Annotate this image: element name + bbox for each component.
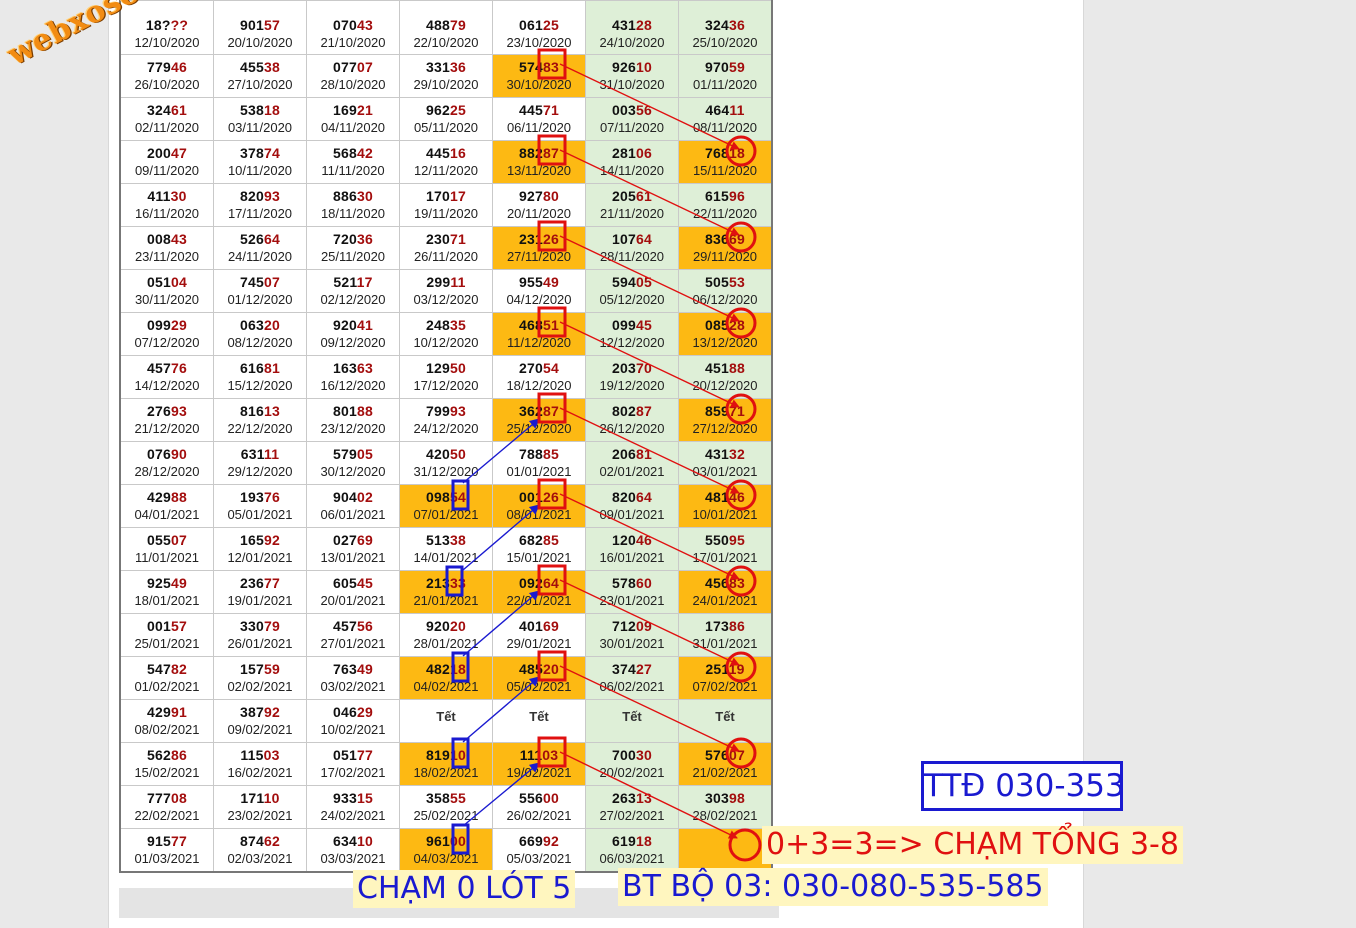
red-circle-group xyxy=(725,135,762,862)
red-arrow xyxy=(559,665,740,752)
red-digit-circle xyxy=(725,135,757,167)
red-digit-circle xyxy=(725,737,757,769)
blue-digit-box xyxy=(451,737,470,769)
blue-arrow xyxy=(462,504,540,571)
red-target-circle xyxy=(728,828,762,862)
red-digit-circle xyxy=(725,221,757,253)
red-digit-circle xyxy=(725,565,757,597)
blue-digit-box xyxy=(451,479,470,511)
sum-note: 0+3=3=> CHẠM TỔNG 3-8 xyxy=(762,826,1183,864)
blue-arrow-group xyxy=(462,418,540,827)
red-arrow xyxy=(559,579,740,666)
red-arrow xyxy=(559,751,738,839)
red-digit-circle xyxy=(725,651,757,683)
red-arrow xyxy=(559,321,740,408)
blue-arrow xyxy=(462,676,540,743)
blue-arrow xyxy=(462,418,540,484)
blue-box-group xyxy=(445,479,470,855)
blue-digit-box xyxy=(445,565,464,597)
red-arrow xyxy=(559,235,740,322)
red-arrow xyxy=(559,493,740,580)
blue-arrow xyxy=(462,762,540,827)
red-arrow xyxy=(559,149,740,236)
red-digit-circle xyxy=(725,479,757,511)
blue-digit-box xyxy=(451,823,470,855)
cham-note: CHẠM 0 LÓT 5 xyxy=(353,870,576,908)
red-arrow-group xyxy=(559,63,740,839)
annotation-overlay xyxy=(445,48,762,862)
blue-digit-box xyxy=(451,651,470,683)
red-arrow xyxy=(559,407,740,494)
bt-note: BT BỘ 03: 030-080-535-585 xyxy=(618,868,1048,906)
blue-arrow xyxy=(462,590,540,657)
red-digit-circle xyxy=(725,393,757,425)
red-digit-circle xyxy=(725,307,757,339)
ttd-note: TTĐ 030-353 xyxy=(921,761,1125,811)
red-arrow xyxy=(559,63,740,150)
